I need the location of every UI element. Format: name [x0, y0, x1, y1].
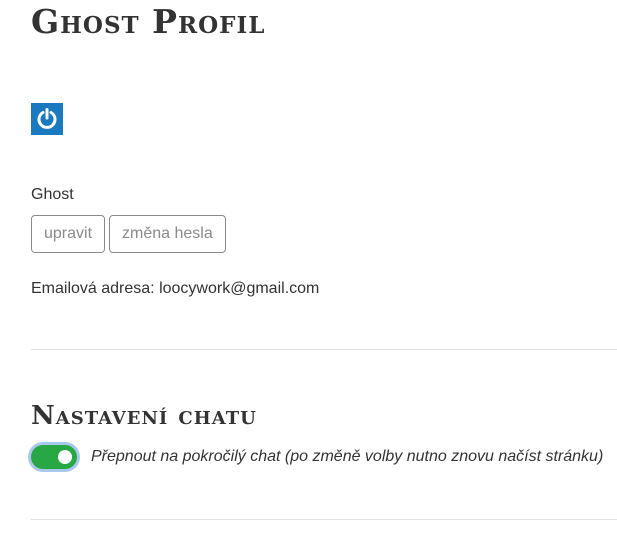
divider: [31, 349, 617, 350]
avatar: [31, 103, 63, 135]
divider: [31, 519, 617, 520]
email-label: Emailová adresa:: [31, 280, 155, 297]
advanced-chat-toggle-label[interactable]: Přepnout na pokročilý chat (po změně vol…: [91, 448, 603, 466]
toggle-knob: [58, 450, 72, 464]
page-title: Ghost Profil: [31, 2, 266, 41]
advanced-chat-toggle[interactable]: [31, 445, 77, 469]
advanced-chat-setting: Přepnout na pokročilý chat (po změně vol…: [31, 445, 603, 469]
profile-actions: upravit změna hesla: [31, 215, 226, 253]
power-icon: [37, 108, 57, 129]
section-title-chat-settings: Nastavení chatu: [31, 401, 257, 431]
username: Ghost: [31, 186, 74, 203]
edit-button[interactable]: upravit: [31, 215, 106, 253]
email-value: loocywork@gmail.com: [159, 280, 320, 297]
change-password-button[interactable]: změna hesla: [109, 215, 226, 253]
email-line: Emailová adresa: loocywork@gmail.com: [31, 279, 319, 299]
